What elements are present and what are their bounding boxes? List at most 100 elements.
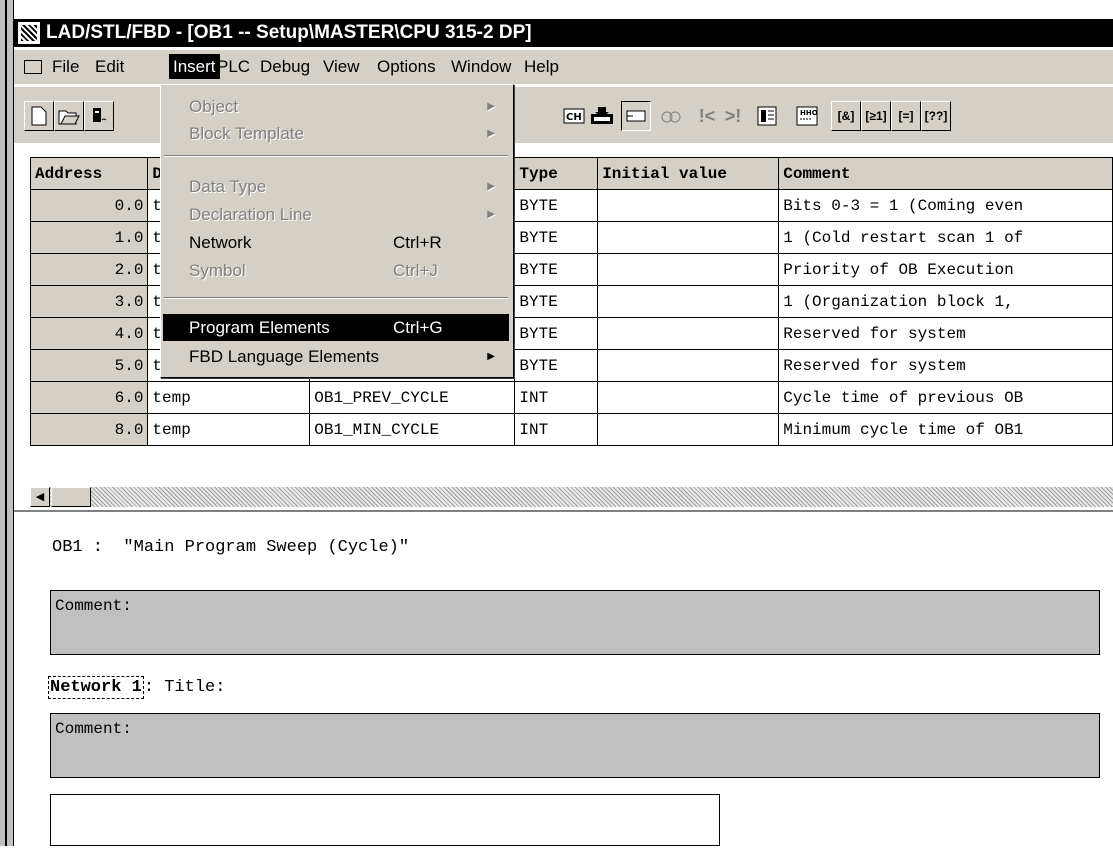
cell-comment[interactable]: Reserved for system (778, 317, 1113, 350)
network-comment-box[interactable]: Comment: (50, 713, 1100, 778)
cell-name[interactable]: OB1_MIN_CYCLE (309, 413, 516, 446)
empty-box-icon[interactable]: [??] (921, 101, 951, 131)
menu-plc[interactable]: PLC (213, 54, 254, 79)
table-row[interactable]: 8.0 temp OB1_MIN_CYCLE INT Minimum cycle tim… (29, 413, 1113, 446)
submenu-arrow-icon: ▶ (487, 351, 495, 362)
menu-edit[interactable]: Edit (91, 54, 128, 79)
window-title: LAD/STL/FBD - [OB1 -- Setup\MASTER\CPU 3… (46, 22, 532, 43)
cell-name[interactable]: OB1_PREV_CYCLE (309, 381, 516, 414)
menu-item-declaration-line[interactable]: Declaration Line ▶ (163, 201, 509, 228)
details-icon[interactable] (752, 101, 782, 131)
menu-separator (164, 155, 508, 157)
cell-type[interactable]: BYTE (514, 317, 599, 350)
cell-comment[interactable]: Bits 0-3 = 1 (Coming even (778, 189, 1113, 222)
submenu-arrow-icon: ▶ (487, 101, 495, 112)
cell-comment[interactable]: Minimum cycle time of OB1 (778, 413, 1113, 446)
menu-debug[interactable]: Debug (256, 54, 314, 79)
box-icon[interactable]: HHO (792, 101, 822, 131)
cell-type[interactable]: BYTE (514, 253, 599, 286)
cell-declaration[interactable]: temp (147, 381, 311, 414)
application-window: LAD/STL/FBD - [OB1 -- Setup\MASTER\CPU 3… (0, 0, 1113, 848)
accessible-nodes-icon[interactable] (84, 101, 114, 131)
submenu-arrow-icon: ▶ (487, 181, 495, 192)
open-icon[interactable] (54, 101, 84, 131)
menu-file[interactable]: File (48, 54, 83, 79)
cell-type[interactable]: BYTE (514, 349, 599, 382)
title-bar[interactable]: LAD/STL/FBD - [OB1 -- Setup\MASTER\CPU 3… (14, 19, 1113, 47)
cell-address[interactable]: 3.0 (29, 285, 149, 318)
cell-type[interactable]: INT (514, 381, 599, 414)
menu-window[interactable]: Window (447, 54, 515, 79)
compare-icon[interactable]: CH (559, 101, 589, 131)
menu-item-block-template[interactable]: Block Template ▶ (163, 120, 509, 147)
cell-initial-value[interactable] (597, 317, 780, 350)
cell-initial-value[interactable] (597, 381, 780, 414)
cell-initial-value[interactable] (597, 221, 780, 254)
download-icon[interactable] (587, 101, 617, 131)
cell-declaration[interactable]: temp (147, 413, 311, 446)
menu-view[interactable]: View (319, 54, 364, 79)
scroll-left-arrow-icon[interactable]: ◀ (30, 487, 50, 507)
menu-help[interactable]: Help (520, 54, 563, 79)
cell-type[interactable]: BYTE (514, 221, 599, 254)
network-title[interactable]: : Title: (144, 678, 226, 697)
shortcut-program-elements: Ctrl+G (393, 318, 443, 337)
network-label[interactable]: Network 1 (48, 676, 144, 699)
cell-initial-value[interactable] (597, 253, 780, 286)
block-title[interactable]: OB1 : "Main Program Sweep (Cycle)" (52, 538, 409, 557)
cell-address[interactable]: 0.0 (29, 189, 149, 222)
cell-comment[interactable]: 1 (Organization block 1, (778, 285, 1113, 318)
next-icon[interactable]: >! (718, 101, 748, 131)
shortcut-symbol: Ctrl+J (393, 261, 438, 280)
column-type[interactable]: Type (514, 157, 599, 190)
cell-initial-value[interactable] (597, 189, 780, 222)
menu-separator (164, 297, 508, 299)
column-address[interactable]: Address (29, 157, 149, 190)
network-header[interactable]: Network 1: Title: (48, 676, 226, 699)
menu-item-symbol[interactable]: Symbol Ctrl+J (163, 257, 509, 284)
menu-item-data-type[interactable]: Data Type ▶ (163, 173, 509, 200)
svg-text:CH: CH (566, 112, 582, 123)
menu-insert[interactable]: Insert (169, 54, 220, 79)
cell-type[interactable]: BYTE (514, 285, 599, 318)
menu-item-object[interactable]: Object ▶ (163, 93, 509, 120)
cell-comment[interactable]: 1 (Cold restart scan 1 of (778, 221, 1113, 254)
block-comment-box[interactable]: Comment: (50, 590, 1100, 655)
menu-options[interactable]: Options (373, 54, 440, 79)
column-initial-value[interactable]: Initial value (597, 157, 780, 190)
monitor-icon[interactable] (656, 101, 686, 131)
block-comment-label: Comment: (55, 597, 132, 615)
cell-address[interactable]: 1.0 (29, 221, 149, 254)
new-icon[interactable] (24, 101, 54, 131)
document-system-menu-icon[interactable] (24, 60, 42, 74)
menu-item-fbd-language-elements[interactable]: FBD Language Elements ▶ (163, 343, 509, 370)
cell-type[interactable]: BYTE (514, 189, 599, 222)
menu-item-network[interactable]: Network Ctrl+R (163, 229, 509, 256)
cell-initial-value[interactable] (597, 285, 780, 318)
cell-initial-value[interactable] (597, 413, 780, 446)
cell-comment[interactable]: Reserved for system (778, 349, 1113, 382)
code-editor-pane[interactable]: OB1 : "Main Program Sweep (Cycle)" Comme… (14, 510, 1113, 848)
cell-comment[interactable]: Cycle time of previous OB (778, 381, 1113, 414)
or-box-icon[interactable]: [≥1] (861, 101, 891, 131)
table-row[interactable]: 6.0 temp OB1_PREV_CYCLE INT Cycle time of pr… (29, 381, 1113, 414)
network-comment-label: Comment: (55, 720, 132, 738)
overview-icon[interactable] (621, 101, 651, 131)
cell-address[interactable]: 2.0 (29, 253, 149, 286)
network-code-area[interactable] (50, 794, 720, 846)
insert-menu-dropdown: Object ▶ Block Template ▶ Data Type ▶ De… (160, 84, 514, 378)
column-comment[interactable]: Comment (778, 157, 1113, 190)
cell-address[interactable]: 4.0 (29, 317, 149, 350)
cell-comment[interactable]: Priority of OB Execution (778, 253, 1113, 286)
and-box-icon[interactable]: [&] (831, 101, 861, 131)
cell-address[interactable]: 6.0 (29, 381, 149, 414)
horizontal-scrollbar[interactable]: ◀ (30, 487, 1113, 507)
assign-box-icon[interactable]: [=] (891, 101, 921, 131)
cell-initial-value[interactable] (597, 349, 780, 382)
menu-item-program-elements[interactable]: Program Elements Ctrl+G (163, 314, 509, 341)
app-icon[interactable] (18, 22, 40, 44)
scrollbar-thumb[interactable] (51, 487, 91, 507)
cell-address[interactable]: 8.0 (29, 413, 149, 446)
cell-type[interactable]: INT (514, 413, 599, 446)
cell-address[interactable]: 5.0 (29, 349, 149, 382)
